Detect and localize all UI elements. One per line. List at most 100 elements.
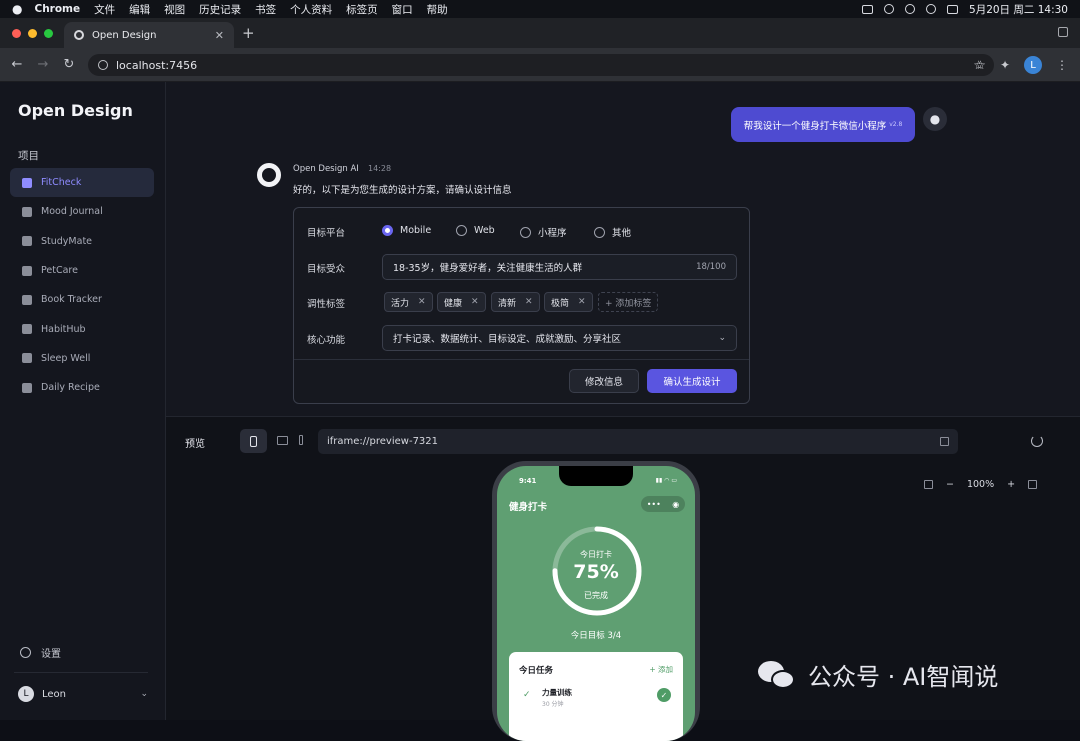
- menu-edit[interactable]: 编辑: [129, 2, 150, 17]
- bookmark-star-icon[interactable]: ☆: [975, 58, 986, 72]
- extensions-icon[interactable]: ✦: [1000, 58, 1010, 72]
- preview-url-bar[interactable]: iframe://preview-7321: [318, 429, 958, 454]
- menubar-clock[interactable]: 5月20日 周二 14:30: [969, 2, 1068, 17]
- menu-help[interactable]: 帮助: [427, 2, 448, 17]
- spotlight-icon[interactable]: [947, 4, 959, 14]
- gear-icon: [20, 647, 31, 658]
- chrome-menu-icon[interactable]: ⋮: [1056, 58, 1068, 72]
- menu-app-name[interactable]: Chrome: [34, 3, 80, 15]
- site-info-icon[interactable]: [98, 60, 108, 70]
- zoom-window-button[interactable]: [44, 29, 53, 38]
- fullscreen-icon[interactable]: [1028, 480, 1038, 489]
- audience-value[interactable]: 18-35岁，健身爱好者，关注健康生活的人群: [393, 260, 582, 274]
- task-done-check-icon[interactable]: ✓: [657, 688, 671, 702]
- preview-label: 预览: [185, 439, 205, 450]
- ai-timestamp: 14:28: [368, 164, 392, 173]
- refresh-icon[interactable]: [1031, 435, 1043, 447]
- tag-chip[interactable]: 活力 ✕: [384, 292, 433, 312]
- remove-tag-icon[interactable]: ✕: [418, 297, 426, 307]
- menu-bookmarks[interactable]: 书签: [255, 2, 276, 17]
- sidebar-item-sleep-well[interactable]: Sleep Well: [10, 344, 154, 373]
- control-center-icon[interactable]: [884, 4, 895, 14]
- sidebar-item-book-tracker[interactable]: Book Tracker: [10, 285, 154, 314]
- radio-other[interactable]: 其他: [594, 225, 631, 239]
- close-window-button[interactable]: [12, 29, 21, 38]
- browser-tab[interactable]: Open Design ✕: [64, 22, 234, 48]
- features-label: 核心功能: [307, 335, 346, 346]
- zoom-out-icon[interactable]: −: [946, 479, 954, 490]
- dumbbell-icon: ✓: [523, 690, 531, 700]
- new-tab-button[interactable]: +: [242, 24, 255, 42]
- phone-status-time: 9:41: [519, 477, 537, 485]
- phone-mockup: 9:41 ▮▮ ◠ ▭ 健身打卡 ••• ◉ 今日打卡 75% 已完成 今日目标…: [492, 461, 700, 741]
- tab-title: Open Design: [92, 29, 157, 41]
- menu-view[interactable]: 视图: [164, 2, 185, 17]
- zoom-in-icon[interactable]: +: [1007, 479, 1015, 490]
- tab-search-icon[interactable]: [1058, 27, 1068, 37]
- tag-chip[interactable]: 健康 ✕: [437, 292, 486, 312]
- project-icon: [22, 206, 32, 217]
- radio-mobile[interactable]: Mobile: [382, 225, 431, 236]
- sidebar-item-label: Book Tracker: [41, 294, 102, 306]
- sidebar-item-habithub[interactable]: HabitHub: [10, 314, 154, 343]
- remove-tag-icon[interactable]: ✕: [525, 297, 533, 307]
- tag-chip[interactable]: 极简 ✕: [544, 292, 593, 312]
- settings-button[interactable]: 设置: [20, 645, 61, 660]
- reload-icon[interactable]: ↻: [56, 57, 82, 72]
- close-target-icon[interactable]: ◉: [672, 500, 679, 509]
- miniprogram-capsule[interactable]: ••• ◉: [641, 496, 685, 512]
- task-duration: 30 分钟: [542, 701, 564, 708]
- menu-tab[interactable]: 标签页: [346, 2, 378, 17]
- back-icon[interactable]: ←: [4, 57, 30, 72]
- sidebar-item-daily-recipe[interactable]: Daily Recipe: [10, 373, 154, 402]
- audience-input[interactable]: 18-35岁，健身爱好者，关注健康生活的人群 18/100: [382, 254, 737, 280]
- radio-web[interactable]: Web: [456, 225, 495, 236]
- fit-screen-icon[interactable]: [924, 480, 933, 489]
- sidebar-item-studymate[interactable]: StudyMate: [10, 227, 154, 256]
- user-name: Leon: [42, 688, 67, 700]
- open-external-icon[interactable]: [940, 437, 949, 446]
- address-bar[interactable]: localhost:7456 ☆: [88, 54, 994, 76]
- browser-toolbar: ← → ↻ localhost:7456 ☆ ☆ ✦ L ⋮: [0, 48, 1080, 82]
- message-version: v2.8: [889, 121, 903, 128]
- sidebar-item-fitcheck[interactable]: FitCheck: [10, 168, 154, 198]
- tasks-card: 今日任务 + 添加 ✓ 力量训练 30 分钟 ✓: [509, 652, 683, 741]
- sidebar-item-mood-journal[interactable]: Mood Journal: [10, 197, 154, 226]
- wifi-icon[interactable]: [905, 4, 916, 14]
- remove-tag-icon[interactable]: ✕: [578, 297, 586, 307]
- tag-chip[interactable]: 清新 ✕: [491, 292, 540, 312]
- siri-icon[interactable]: [926, 4, 937, 14]
- close-tab-icon[interactable]: ✕: [215, 29, 224, 42]
- desktop-view-icon[interactable]: [277, 436, 288, 445]
- add-tag-button[interactable]: + 添加标签: [598, 292, 659, 312]
- radio-label: Mobile: [400, 225, 432, 236]
- remove-tag-icon[interactable]: ✕: [471, 297, 479, 307]
- add-task-button[interactable]: + 添加: [649, 664, 673, 675]
- address-url[interactable]: localhost:7456: [116, 59, 197, 72]
- phone-screen: 9:41 ▮▮ ◠ ▭ 健身打卡 ••• ◉ 今日打卡 75% 已完成 今日目标…: [497, 466, 695, 741]
- mobile-view-button[interactable]: [240, 429, 267, 453]
- menu-profiles[interactable]: 个人资料: [290, 2, 332, 17]
- menu-window[interactable]: 窗口: [392, 2, 413, 17]
- radio-miniprogram[interactable]: 小程序: [520, 225, 567, 239]
- tag-text: 活力: [391, 298, 410, 309]
- more-icon[interactable]: •••: [647, 500, 661, 509]
- confirm-generate-button[interactable]: 确认生成设计: [647, 369, 737, 393]
- user-menu[interactable]: L Leon ⌄: [18, 686, 148, 702]
- settings-label: 设置: [41, 649, 61, 660]
- apple-icon[interactable]: ●: [12, 2, 22, 16]
- edit-info-button[interactable]: 修改信息: [569, 369, 639, 393]
- battery-icon[interactable]: [862, 4, 874, 14]
- forward-icon[interactable]: →: [30, 57, 56, 72]
- tag-text: 健康: [444, 298, 463, 309]
- features-select[interactable]: 打卡记录、数据统计、目标设定、成就激励、分享社区 ⌄: [382, 325, 737, 351]
- minimize-window-button[interactable]: [28, 29, 37, 38]
- wechat-logo-icon: [758, 659, 798, 691]
- sidebar-item-petcare[interactable]: PetCare: [10, 256, 154, 285]
- tablet-view-icon[interactable]: [299, 435, 303, 445]
- radio-label: 小程序: [538, 228, 567, 239]
- menu-history[interactable]: 历史记录: [199, 2, 241, 17]
- menu-file[interactable]: 文件: [94, 2, 115, 17]
- profile-avatar[interactable]: L: [1024, 56, 1042, 74]
- miniprogram-title: 健身打卡: [509, 502, 548, 513]
